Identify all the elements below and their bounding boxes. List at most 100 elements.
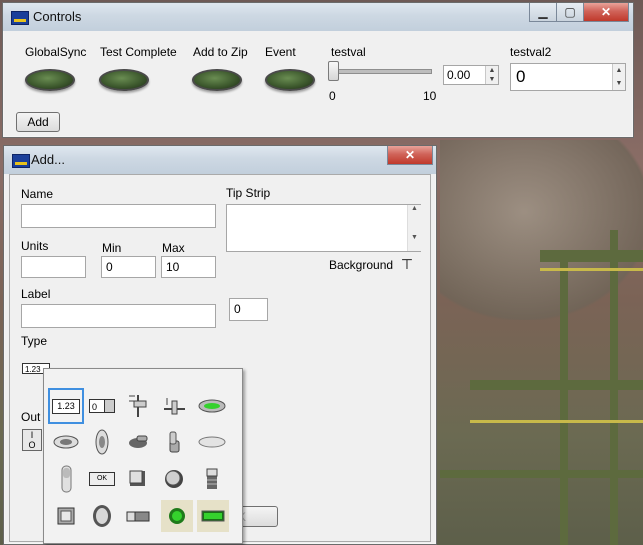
spin-down-icon[interactable]: ▼ — [613, 77, 625, 90]
nist-logo-icon — [12, 154, 30, 168]
vertical-oval-toggle-icon — [95, 429, 109, 455]
palette-lever-switch[interactable] — [158, 426, 190, 458]
palette-ok-button[interactable]: OK — [86, 463, 118, 495]
palette-round-button[interactable] — [158, 463, 190, 495]
green-round-led-icon — [169, 508, 185, 524]
ok-button-icon: OK — [89, 472, 115, 486]
add-to-zip-led[interactable] — [192, 69, 242, 91]
indicator-label-test-complete: Test Complete — [100, 45, 177, 59]
palette-numeric-control[interactable]: 1.23 — [48, 388, 84, 424]
controls-window: Controls ▁ ▢ ✕ GlobalSync Test Complete … — [2, 2, 634, 138]
close-button[interactable]: ✕ — [583, 3, 629, 22]
rocker-toggle-icon — [129, 435, 148, 448]
max-label: Max — [162, 241, 185, 255]
flat-oval-button-icon — [198, 436, 226, 448]
numeric-field-2[interactable]: 0 — [510, 63, 626, 91]
oval-push-button-icon — [93, 505, 111, 527]
maximize-button[interactable]: ▢ — [556, 3, 584, 22]
square-button-icon — [129, 470, 145, 486]
palette-slide-latch[interactable] — [122, 500, 154, 532]
slider-min-label: 0 — [329, 89, 336, 103]
numeric-spinner-icon: 0 — [89, 399, 115, 413]
scroll-up-icon[interactable]: ▲ — [408, 205, 421, 212]
palette-vertical-oval-toggle[interactable] — [86, 426, 118, 458]
palette-flat-oval-button[interactable] — [196, 426, 228, 458]
stack-switch-icon — [206, 468, 218, 489]
green-bar-led-icon — [201, 510, 225, 522]
add-button-label: Add — [27, 115, 49, 129]
numeric-control-icon-text: 1.23 — [57, 400, 75, 411]
label-number-input[interactable]: 0 — [229, 298, 268, 321]
slider-track[interactable] — [333, 69, 432, 74]
event-led[interactable] — [265, 69, 315, 91]
slide-switch-icon — [61, 465, 72, 493]
tip-strip-scrollbar[interactable]: ▲ ▼ — [407, 205, 421, 251]
palette-numeric-spinner[interactable]: 0 — [86, 390, 118, 422]
out-io-icon[interactable]: IO — [22, 429, 42, 451]
palette-stack-switch[interactable] — [196, 463, 228, 495]
palette-vertical-slider[interactable] — [122, 390, 154, 422]
palette-horizontal-slider[interactable] — [158, 390, 190, 422]
numeric-field-2-spinner[interactable]: ▲ ▼ — [612, 64, 625, 90]
test-complete-led[interactable] — [99, 69, 149, 91]
palette-oval-push-button[interactable] — [86, 500, 118, 532]
slider-max-label: 10 — [423, 89, 437, 103]
min-input[interactable]: 0 — [101, 256, 156, 278]
palette-square-button[interactable] — [122, 463, 154, 495]
horizontal-slider-icon — [164, 398, 185, 415]
out-label: Out — [21, 410, 41, 424]
control-type-palette: 1.23 0 OK — [43, 368, 243, 544]
vertical-slider-icon — [129, 395, 147, 417]
palette-green-bar-led[interactable] — [197, 500, 229, 532]
numeric-field-2-value: 0 — [516, 67, 526, 86]
max-input[interactable]: 10 — [161, 256, 216, 278]
background-color-swatch[interactable]: ⊤ — [400, 256, 414, 272]
indicator-label-globalsync: GlobalSync — [25, 45, 87, 59]
add-dialog-titlebar[interactable]: Add... ✕ — [4, 146, 436, 174]
tip-strip-label: Tip Strip — [226, 186, 271, 200]
units-label: Units — [21, 239, 49, 253]
tip-strip-textarea[interactable] — [226, 204, 421, 252]
type-label: Type — [21, 334, 48, 348]
nist-logo-icon — [11, 11, 29, 25]
window-title: Controls — [33, 9, 82, 24]
spin-up-icon[interactable]: ▲ — [486, 66, 498, 75]
palette-square-push-button[interactable] — [50, 500, 82, 532]
round-horizontal-toggle-icon — [53, 435, 79, 449]
palette-round-horizontal-toggle[interactable] — [50, 426, 82, 458]
globalsync-led[interactable] — [25, 69, 75, 91]
minimize-button[interactable]: ▁ — [529, 3, 557, 22]
numeric-field-1-spinner[interactable]: ▲ ▼ — [485, 66, 498, 84]
indicator-label-event: Event — [265, 45, 296, 59]
palette-green-round-led[interactable] — [161, 500, 193, 532]
round-button-icon — [165, 470, 183, 488]
spin-up-icon[interactable]: ▲ — [613, 64, 625, 77]
lever-switch-icon — [169, 431, 180, 453]
palette-slide-switch[interactable] — [50, 463, 82, 495]
label-input[interactable] — [21, 304, 216, 328]
name-input[interactable] — [21, 204, 216, 228]
close-button[interactable]: ✕ — [387, 146, 433, 165]
add-button[interactable]: Add — [16, 112, 60, 132]
spin-down-icon[interactable]: ▼ — [486, 75, 498, 84]
min-value: 0 — [106, 260, 113, 274]
palette-rocker-toggle[interactable] — [122, 426, 154, 458]
scroll-down-icon[interactable]: ▼ — [408, 234, 421, 241]
units-input[interactable] — [21, 256, 86, 278]
numeric-spinner-icon-text: 0 — [92, 402, 98, 412]
slider-thumb[interactable] — [328, 61, 339, 81]
type-selector-value: 1.23 — [25, 365, 41, 374]
palette-horizontal-led[interactable] — [196, 390, 228, 422]
numeric-field-2-label: testval2 — [510, 45, 552, 59]
dialog-title: Add... — [31, 152, 65, 167]
background-label: Background — [329, 258, 394, 272]
label-label: Label — [21, 287, 51, 301]
slide-latch-icon — [126, 511, 150, 522]
ok-button-icon-text: OK — [96, 475, 108, 482]
horizontal-led-icon — [198, 399, 226, 413]
min-label: Min — [102, 241, 122, 255]
max-value: 10 — [166, 260, 180, 274]
controls-titlebar[interactable]: Controls ▁ ▢ ✕ — [3, 3, 633, 31]
indicator-label-add-to-zip: Add to Zip — [193, 45, 248, 59]
numeric-control-icon: 1.23 — [52, 398, 80, 414]
